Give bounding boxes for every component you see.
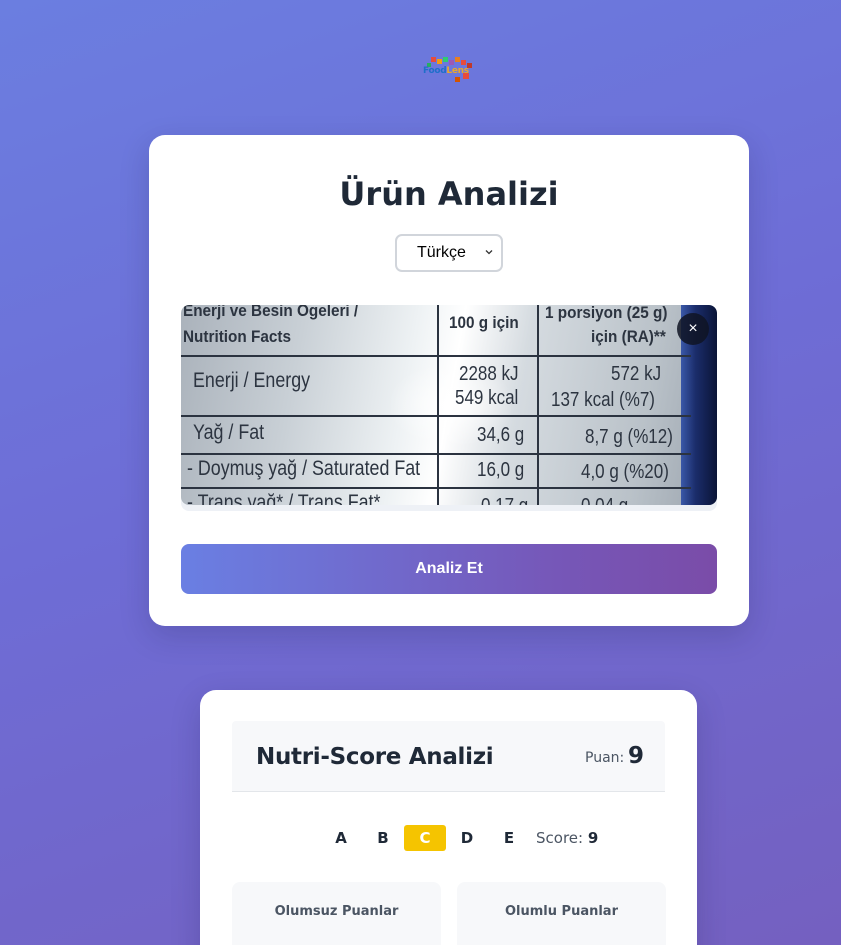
grade-score-value: 9 xyxy=(587,829,599,847)
nutri-score-card: Nutri-Score Analizi Puan: 9 A B C D E Sc… xyxy=(200,690,697,945)
grade-score: Score: 9 xyxy=(536,829,598,847)
grade-score-label: Score: xyxy=(536,829,584,847)
nutri-score-header: Nutri-Score Analizi Puan: 9 xyxy=(232,721,665,792)
label-sat-100: 16,0 g xyxy=(477,459,525,481)
label-saturated-fat: - Doymuş yağ / Saturated Fat xyxy=(187,457,421,480)
negative-points-panel: Olumsuz Puanlar xyxy=(232,882,441,945)
analyze-button[interactable]: Analiz Et xyxy=(181,544,717,594)
label-trans-fat: - Trans yağ* / Trans Fat* xyxy=(187,491,381,505)
label-fat-100: 34,6 g xyxy=(477,424,525,446)
label-trans-100: 0,17 g xyxy=(481,495,528,505)
nutri-score-title: Nutri-Score Analizi xyxy=(256,744,494,770)
language-select-value: Türkçe xyxy=(417,244,466,261)
uploaded-image-preview: Enerji ve Besin Ögeleri / Nutrition Fact… xyxy=(181,305,717,505)
language-select[interactable]: Türkçe xyxy=(395,234,503,272)
grade-c-active: C xyxy=(404,825,446,851)
label-sat-por: 4,0 g (%20) xyxy=(581,461,669,483)
grade-b: B xyxy=(377,829,389,847)
chevron-down-icon xyxy=(485,250,493,255)
positive-points-title: Olumlu Puanlar xyxy=(505,904,618,919)
label-fat: Yağ / Fat xyxy=(193,421,265,444)
label-energy-100-kcal: 549 kcal xyxy=(455,387,519,409)
positive-points-panel: Olumlu Puanlar xyxy=(457,882,666,945)
logo-text: FoodLens xyxy=(423,66,469,76)
label-header-100g: 100 g için xyxy=(449,313,519,332)
score-label: Puan: xyxy=(585,750,625,766)
grade-a: A xyxy=(335,829,347,847)
grade-d: D xyxy=(460,829,474,847)
label-header-2: Nutrition Facts xyxy=(183,327,291,346)
close-icon: × xyxy=(688,320,698,337)
label-energy-por-kcal: 137 kcal (%7) xyxy=(551,389,655,411)
analysis-card: Ürün Analizi Türkçe Enerji ve Besin Ögel… xyxy=(149,135,749,626)
label-trans-por: 0,04 g xyxy=(581,495,628,505)
label-energy: Enerji / Energy xyxy=(193,369,311,392)
label-energy-por-kj: 572 kJ xyxy=(611,363,662,385)
label-fat-por: 8,7 g (%12) xyxy=(585,426,673,448)
negative-points-title: Olumsuz Puanlar xyxy=(274,904,399,919)
remove-image-button[interactable]: × xyxy=(677,313,709,345)
grade-e: E xyxy=(503,829,515,847)
label-energy-100-kj: 2288 kJ xyxy=(459,363,519,385)
app-logo: FoodLens xyxy=(421,55,477,85)
label-header-portion-2: için (RA)** xyxy=(591,327,666,346)
image-preview-container: Enerji ve Besin Ögeleri / Nutrition Fact… xyxy=(181,305,717,511)
label-header-1: Enerji ve Besin Ögeleri / xyxy=(183,305,359,320)
label-header-portion-1: 1 porsiyon (25 g) xyxy=(545,305,668,322)
score-value: 9 xyxy=(628,743,645,769)
nutri-score-grades: A B C D E Score: 9 xyxy=(320,825,598,851)
page-title: Ürün Analizi xyxy=(339,175,559,213)
